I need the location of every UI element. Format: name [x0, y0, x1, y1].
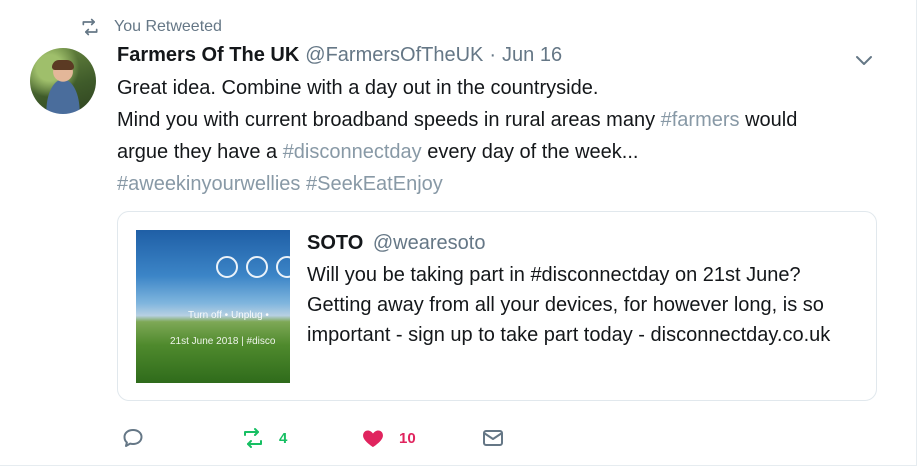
tweet-line: Mind you with current broadband speeds i… — [117, 109, 798, 131]
power-icon — [216, 256, 238, 278]
tweet-hashtags: #aweekinyourwellies #SeekEatEnjoy — [117, 168, 877, 200]
tweet-actions: 4 10 — [121, 424, 521, 452]
like-count: 10 — [399, 429, 416, 447]
hashtag-link[interactable]: #aweekinyourwellies — [117, 173, 300, 195]
image-caption: 21st June 2018 | #disco — [170, 336, 276, 347]
plug-icon — [246, 256, 268, 278]
separator: · — [489, 44, 497, 66]
tweet-line: argue they have a #disconnectday every d… — [117, 141, 639, 163]
reply-icon — [123, 429, 143, 447]
tree-icon — [276, 256, 290, 278]
quoted-tweet-header: SOTO @wearesoto — [307, 232, 485, 255]
tweet-date[interactable]: Jun 16 — [502, 44, 562, 67]
retweet-icon — [244, 428, 262, 448]
avatar[interactable] — [30, 48, 96, 114]
quoted-tweet-image[interactable]: Turn off • Unplug • 21st June 2018 | #di… — [136, 230, 290, 383]
chevron-down-icon[interactable] — [852, 48, 876, 72]
heart-icon — [363, 430, 383, 447]
reply-button[interactable] — [121, 424, 145, 452]
image-caption: Turn off • Unplug • — [188, 310, 269, 321]
tweet-header: Farmers Of The UK @FarmersOfTheUK · Jun … — [117, 44, 562, 67]
retweet-context: You Retweeted — [80, 16, 222, 38]
author-handle[interactable]: @FarmersOfTheUK — [305, 44, 483, 67]
quoted-tweet[interactable]: Turn off • Unplug • 21st June 2018 | #di… — [117, 211, 877, 401]
retweet-count: 4 — [279, 429, 288, 447]
quoted-tweet-text: Will you be taking part in #disconnectda… — [307, 264, 831, 346]
direct-message-button[interactable] — [481, 424, 505, 452]
quoted-author-handle: @wearesoto — [372, 232, 486, 254]
retweet-button[interactable]: 4 — [241, 424, 287, 452]
hashtag-link[interactable]: #farmers — [661, 109, 740, 131]
like-button[interactable]: 10 — [361, 424, 416, 452]
tweet-text: Great idea. Combine with a day out in th… — [117, 72, 877, 200]
envelope-icon — [483, 430, 503, 446]
tweet-card[interactable]: You Retweeted Farmers Of The UK @Farmers… — [0, 0, 917, 466]
author-name[interactable]: Farmers Of The UK — [117, 44, 299, 67]
tweet-line: Great idea. Combine with a day out in th… — [117, 77, 599, 99]
quoted-author-name: SOTO — [307, 232, 364, 254]
hashtag-link[interactable]: #disconnectday — [283, 141, 422, 163]
retweet-context-label: You Retweeted — [114, 18, 222, 35]
hashtag-link[interactable]: #SeekEatEnjoy — [306, 173, 443, 195]
retweet-icon — [82, 18, 98, 36]
